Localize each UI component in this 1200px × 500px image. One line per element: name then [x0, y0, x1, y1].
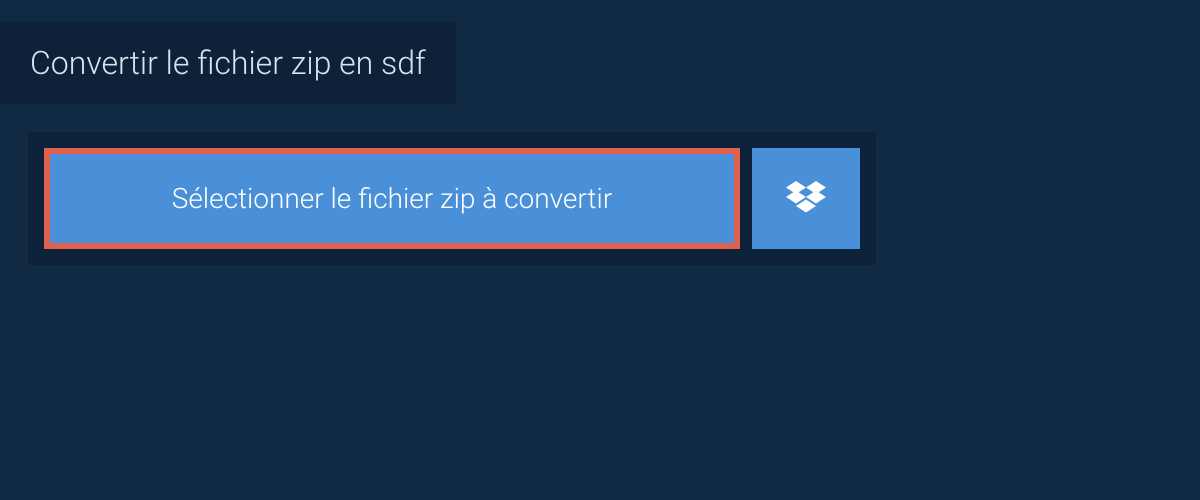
- dropbox-button[interactable]: [752, 148, 860, 249]
- select-file-label: Sélectionner le fichier zip à convertir: [172, 182, 613, 215]
- dropbox-icon: [786, 181, 826, 217]
- page-title-text: Convertir le fichier zip en sdf: [30, 44, 426, 82]
- page-title: Convertir le fichier zip en sdf: [0, 22, 456, 104]
- select-file-button[interactable]: Sélectionner le fichier zip à convertir: [44, 148, 740, 249]
- upload-panel: Sélectionner le fichier zip à convertir: [28, 132, 876, 265]
